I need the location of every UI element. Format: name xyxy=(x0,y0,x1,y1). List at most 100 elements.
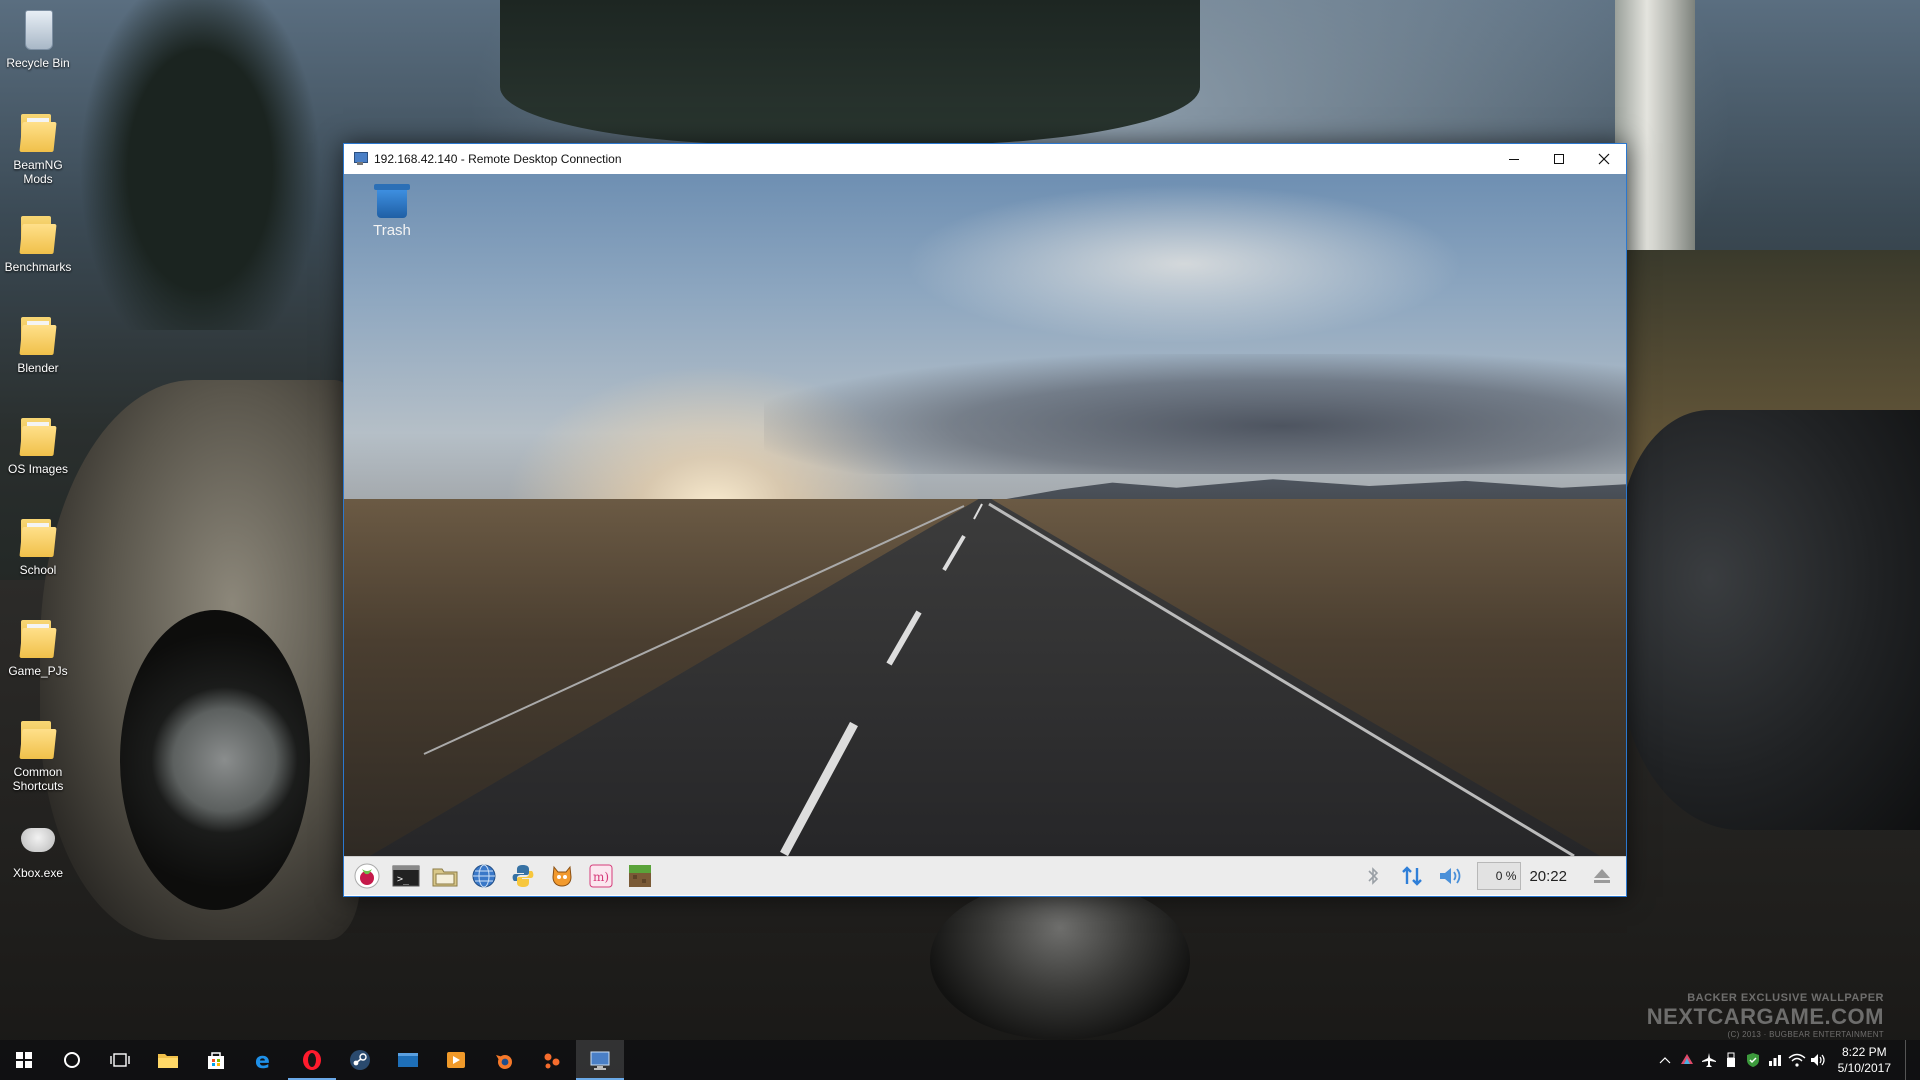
desktop-icon-label: Game_PJs xyxy=(8,664,68,678)
edge-browser-icon: e xyxy=(255,1049,270,1071)
window-titlebar[interactable]: 192.168.42.140 - Remote Desktop Connecti… xyxy=(344,144,1626,174)
minimize-button[interactable] xyxy=(1491,144,1536,174)
media-player-button[interactable] xyxy=(432,1040,480,1080)
mathematica-launcher[interactable]: m) xyxy=(585,860,617,892)
show-hidden-icons-button[interactable] xyxy=(1654,1040,1676,1080)
desktop-icon-label: BeamNG Mods xyxy=(13,158,63,186)
cpu-usage-unit: % xyxy=(1505,869,1517,883)
desktop-icon-label: School xyxy=(19,563,57,577)
python-launcher[interactable] xyxy=(507,860,539,892)
store-bag-icon xyxy=(208,1052,224,1069)
close-button[interactable] xyxy=(1581,144,1626,174)
raspbian-panel: >_ m) 0 % 20:22 xyxy=(344,856,1626,895)
eject-icon xyxy=(1594,869,1610,883)
tray-wifi[interactable] xyxy=(1786,1040,1808,1080)
desktop-icon-xbox[interactable]: Xbox.exe xyxy=(0,818,76,880)
remote-desktop-app-icon[interactable] xyxy=(352,152,368,166)
trash-icon xyxy=(374,184,410,218)
tray-airplane[interactable] xyxy=(1698,1040,1720,1080)
terminal-icon: >_ xyxy=(392,865,420,887)
window-controls xyxy=(1491,144,1626,174)
opera-icon xyxy=(303,1050,321,1070)
watermark-line1: BACKER EXCLUSIVE WALLPAPER xyxy=(1687,992,1884,1004)
remote-desktop-window[interactable]: 192.168.42.140 - Remote Desktop Connecti… xyxy=(343,143,1627,897)
remote-desktop-area[interactable]: Trash xyxy=(344,174,1626,856)
origin-button[interactable] xyxy=(528,1040,576,1080)
chevron-up-icon xyxy=(1659,1057,1671,1064)
app-window-icon xyxy=(398,1053,418,1067)
start-button[interactable] xyxy=(0,1040,48,1080)
windows-taskbar: e 8:22 PM 5/10/2017 xyxy=(0,1040,1920,1080)
folder-icon xyxy=(15,110,61,154)
store-button[interactable] xyxy=(192,1040,240,1080)
file-manager-launcher[interactable] xyxy=(429,860,461,892)
tray-colorful-app[interactable] xyxy=(1676,1040,1698,1080)
maximize-button[interactable] xyxy=(1536,144,1581,174)
clock-time: 8:22 PM xyxy=(1841,1045,1887,1059)
folder-icon xyxy=(15,717,61,761)
wallpaper-car-right xyxy=(1620,410,1920,830)
taskbar-clock[interactable]: 8:22 PM 5/10/2017 xyxy=(1838,1044,1891,1076)
maximize-icon xyxy=(1553,154,1564,164)
cpu-usage-value: 0 xyxy=(1495,869,1503,883)
desktop-icon-os-images[interactable]: OS Images xyxy=(0,414,76,476)
blender-icon xyxy=(496,1055,512,1069)
web-browser-icon xyxy=(472,864,496,888)
cpu-usage-monitor[interactable]: 0 % xyxy=(1477,862,1522,890)
raspberry-menu-icon xyxy=(354,863,380,889)
folder-icon xyxy=(15,616,61,660)
bluetooth-icon xyxy=(1368,867,1379,885)
tray-usb[interactable] xyxy=(1720,1040,1742,1080)
steam-button[interactable] xyxy=(336,1040,384,1080)
show-desktop-button[interactable] xyxy=(1905,1040,1920,1080)
terminal-launcher[interactable]: >_ xyxy=(390,860,422,892)
remote-icon-trash[interactable]: Trash xyxy=(369,184,415,239)
tray-defender[interactable] xyxy=(1742,1040,1764,1080)
web-browser-launcher[interactable] xyxy=(468,860,500,892)
desktop-icon-school[interactable]: School xyxy=(0,515,76,577)
wallpaper-trees-left xyxy=(60,0,350,330)
blender-button[interactable] xyxy=(480,1040,528,1080)
opera-button[interactable] xyxy=(288,1040,336,1080)
desktop-icon-benchmarks[interactable]: Benchmarks xyxy=(0,212,76,274)
usb-icon xyxy=(1726,1052,1735,1067)
watermark-line3: (C) 2013 · BUGBEAR ENTERTAINMENT xyxy=(1727,1030,1884,1039)
folder-icon xyxy=(15,414,61,458)
desktop-icon-label: Common Shortcuts xyxy=(12,765,64,793)
file-explorer-button[interactable] xyxy=(144,1040,192,1080)
desktop-icon-beamng-mods[interactable]: BeamNG Mods xyxy=(0,110,76,186)
window-title: 192.168.42.140 - Remote Desktop Connecti… xyxy=(374,152,622,166)
windows-logo-icon xyxy=(16,1052,32,1068)
minecraft-launcher[interactable] xyxy=(624,860,656,892)
app-button[interactable] xyxy=(384,1040,432,1080)
media-player-icon xyxy=(447,1052,465,1068)
wallpaper-watermark: BACKER EXCLUSIVE WALLPAPER NEXTCARGAME.C… xyxy=(1647,992,1884,1039)
python-icon xyxy=(512,865,534,887)
remote-desktop-button[interactable] xyxy=(576,1040,624,1080)
raspberry-menu-button[interactable] xyxy=(351,860,383,892)
network-button[interactable] xyxy=(1396,860,1428,892)
wifi-icon xyxy=(1788,1053,1806,1067)
folder-icon xyxy=(15,515,61,559)
desktop-icon-common-shortcuts[interactable]: Common Shortcuts xyxy=(0,717,76,793)
xbox-controller-icon xyxy=(15,818,61,862)
task-view-button[interactable] xyxy=(96,1040,144,1080)
volume-icon xyxy=(1440,868,1461,884)
bluetooth-button[interactable] xyxy=(1357,860,1389,892)
edge-button[interactable]: e xyxy=(240,1040,288,1080)
tray-volume[interactable] xyxy=(1808,1040,1830,1080)
colorful-app-icon xyxy=(1680,1054,1693,1064)
volume-button[interactable] xyxy=(1435,860,1467,892)
scratch-launcher[interactable] xyxy=(546,860,578,892)
cortana-button[interactable] xyxy=(48,1040,96,1080)
eject-button[interactable] xyxy=(1586,860,1618,892)
panel-clock[interactable]: 20:22 xyxy=(1529,868,1567,885)
network-arrows-icon xyxy=(1402,866,1423,886)
desktop-icon-game-pjs[interactable]: Game_PJs xyxy=(0,616,76,678)
desktop-icon-recycle-bin[interactable]: Recycle Bin xyxy=(0,8,76,70)
desktop-icon-label: Recycle Bin xyxy=(6,56,70,70)
airplane-icon xyxy=(1701,1053,1716,1067)
svg-text:m): m) xyxy=(593,870,609,884)
tray-network[interactable] xyxy=(1764,1040,1786,1080)
desktop-icon-blender[interactable]: Blender xyxy=(0,313,76,375)
